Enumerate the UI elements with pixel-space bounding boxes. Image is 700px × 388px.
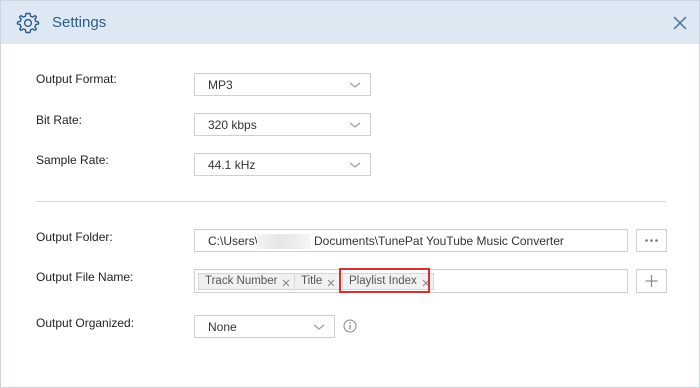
gear-icon — [16, 12, 40, 34]
chevron-down-icon — [349, 82, 361, 88]
add-tag-button[interactable] — [636, 269, 667, 293]
output-file-name-label: Output File Name: — [36, 270, 134, 284]
redacted-username — [257, 234, 311, 249]
bit-rate-select[interactable]: 320 kbps — [194, 113, 371, 136]
output-folder-label: Output Folder: — [36, 230, 113, 244]
sample-rate-label: Sample Rate: — [36, 153, 109, 167]
browse-folder-button[interactable] — [636, 229, 667, 252]
chevron-down-icon — [349, 122, 361, 128]
remove-tag-icon[interactable] — [327, 279, 335, 287]
tag-title: Title — [294, 273, 340, 290]
plus-icon — [645, 275, 658, 287]
highlight-box — [339, 268, 430, 293]
output-organized-value: None — [208, 320, 237, 334]
title-bar: Settings — [1, 1, 699, 44]
output-folder-path-start: C:\Users\ — [208, 234, 259, 248]
output-folder-field[interactable]: C:\Users\ Documents\TunePat YouTube Musi… — [194, 229, 628, 252]
ellipsis-icon — [645, 239, 658, 242]
close-icon[interactable] — [669, 12, 691, 34]
bit-rate-value: 320 kbps — [208, 118, 257, 132]
output-folder-path-end: Documents\TunePat YouTube Music Converte… — [314, 234, 564, 248]
tag-label: Title — [301, 275, 323, 287]
output-organized-label: Output Organized: — [36, 316, 135, 330]
settings-dialog: Settings Output Format: MP3 Bit Rate: 32… — [0, 0, 700, 388]
sample-rate-value: 44.1 kHz — [208, 158, 256, 172]
output-format-value: MP3 — [208, 78, 233, 92]
section-divider — [36, 201, 666, 202]
sample-rate-select[interactable]: 44.1 kHz — [194, 153, 371, 176]
chevron-down-icon — [349, 162, 361, 168]
info-icon[interactable] — [343, 319, 357, 333]
remove-tag-icon[interactable] — [282, 279, 290, 287]
tag-track-number: Track Number — [198, 273, 295, 290]
tag-label: Track Number — [205, 275, 278, 287]
chevron-down-icon — [313, 324, 325, 330]
bit-rate-label: Bit Rate: — [36, 113, 83, 127]
output-organized-select[interactable]: None — [194, 315, 335, 338]
dialog-title: Settings — [52, 14, 107, 31]
output-format-select[interactable]: MP3 — [194, 73, 371, 96]
output-format-label: Output Format: — [36, 72, 117, 86]
